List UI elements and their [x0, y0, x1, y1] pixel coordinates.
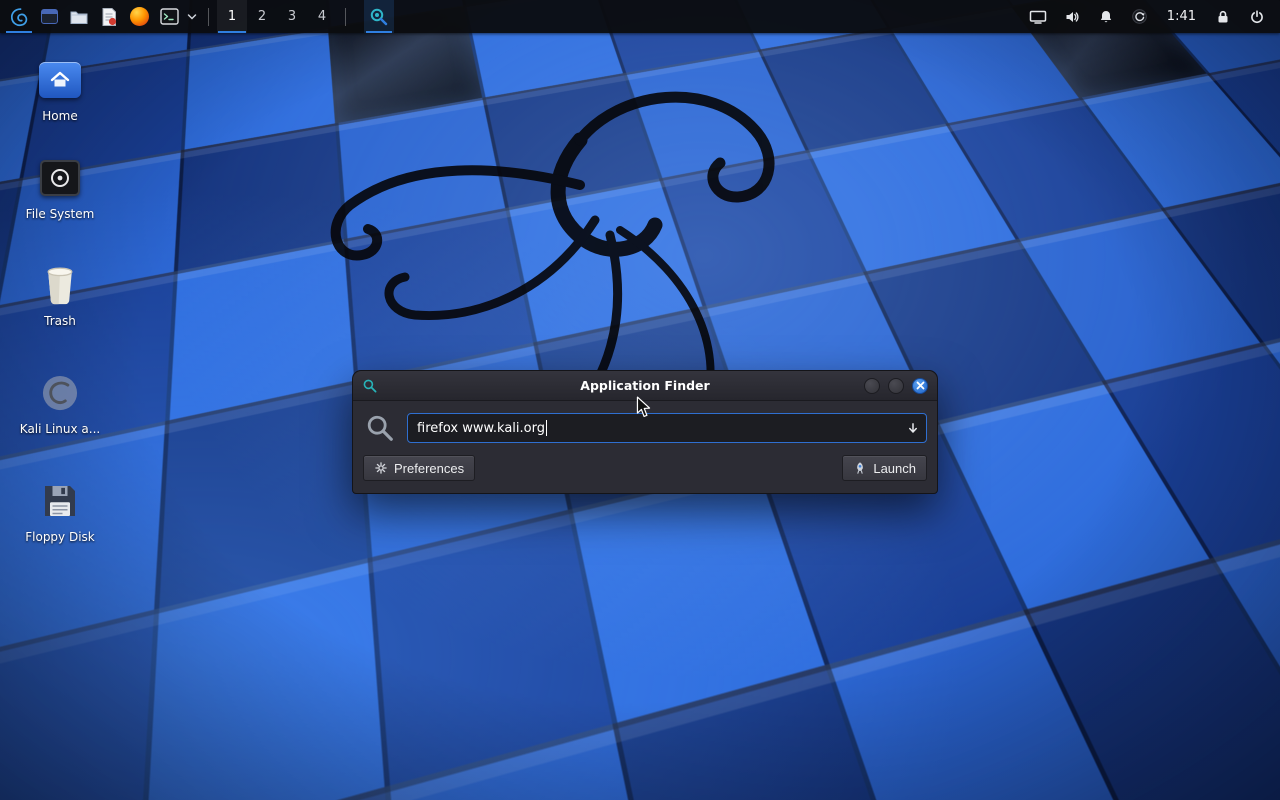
file-manager-launcher[interactable] — [64, 0, 94, 33]
chevron-down-icon — [187, 13, 197, 21]
workspace-4-label: 4 — [318, 9, 326, 24]
firefox-launcher[interactable] — [124, 0, 154, 33]
notifications-icon — [1098, 9, 1114, 25]
desktop-icon-floppy-disk[interactable]: Floppy Disk — [12, 479, 108, 544]
desktop-icon-file-system[interactable]: File System — [12, 156, 108, 221]
file-system-icon — [37, 156, 83, 200]
launch-label: Launch — [873, 461, 916, 476]
launch-icon — [853, 461, 867, 475]
panel-separator — [208, 8, 209, 26]
clock[interactable]: 1:41 — [1167, 9, 1196, 24]
app-finder-button[interactable] — [364, 0, 394, 33]
window-icon — [41, 9, 58, 24]
desktop-icon-trash[interactable]: Trash — [12, 263, 108, 328]
button-row: Preferences Launch — [353, 453, 937, 493]
history-dropdown-button[interactable] — [906, 421, 920, 435]
kali-menu-icon — [8, 6, 30, 28]
desktop-icon-label: Trash — [44, 314, 76, 328]
search-input[interactable]: firefox www.kali.org — [407, 413, 927, 443]
close-button[interactable] — [912, 378, 928, 394]
update-icon — [1131, 8, 1148, 25]
firefox-icon — [130, 7, 149, 26]
kali-menu-button[interactable] — [4, 0, 34, 33]
volume-icon — [1064, 9, 1080, 25]
trash-icon — [37, 263, 83, 307]
power-icon — [1249, 9, 1265, 25]
floppy-disk-icon — [37, 479, 83, 523]
text-editor-icon — [100, 7, 118, 27]
desktop-icon-label: Floppy Disk — [25, 530, 95, 544]
update-tray-button[interactable] — [1131, 8, 1149, 26]
panel-separator — [345, 8, 346, 26]
workspace-3[interactable]: 3 — [277, 0, 307, 33]
volume-tray-button[interactable] — [1063, 8, 1081, 26]
workspace-2-label: 2 — [258, 9, 266, 24]
desktop-icon-label: File System — [26, 207, 95, 221]
arrow-down-icon — [907, 422, 919, 435]
top-panel: 1 2 3 4 — [0, 0, 1280, 33]
window-manager-launcher[interactable] — [34, 0, 64, 33]
lock-screen-button[interactable] — [1214, 8, 1232, 26]
system-tray: 1:41 — [1029, 8, 1276, 26]
search-icon — [365, 413, 395, 443]
file-manager-icon — [69, 8, 89, 26]
terminal-dropdown-button[interactable] — [184, 0, 200, 33]
close-icon — [916, 381, 925, 390]
desktop-icon-label: Kali Linux a... — [20, 422, 100, 436]
search-input-value: firefox www.kali.org — [417, 421, 545, 436]
mouse-cursor — [634, 396, 653, 418]
logout-button[interactable] — [1248, 8, 1266, 26]
workspace-2[interactable]: 2 — [247, 0, 277, 33]
window-controls — [864, 378, 928, 394]
application-finder-window: Application Finder firefox www.kali.org — [352, 370, 938, 494]
desktop-icon-home[interactable]: Home — [12, 58, 108, 123]
workspace-1[interactable]: 1 — [217, 0, 247, 33]
desktop-icon-label: Home — [42, 109, 77, 123]
display-tray-button[interactable] — [1029, 8, 1047, 26]
app-finder-icon — [369, 7, 389, 27]
text-caret — [546, 420, 547, 436]
lock-icon — [1215, 9, 1231, 25]
launch-button[interactable]: Launch — [842, 455, 927, 481]
terminal-launcher[interactable] — [154, 0, 184, 33]
gear-icon — [374, 461, 388, 475]
preferences-label: Preferences — [394, 461, 464, 476]
home-icon — [37, 58, 83, 102]
terminal-icon — [160, 8, 179, 25]
workspace-4[interactable]: 4 — [307, 0, 337, 33]
window-title: Application Finder — [353, 378, 937, 393]
preferences-button[interactable]: Preferences — [363, 455, 475, 481]
minimize-button[interactable] — [864, 378, 880, 394]
display-icon — [1029, 9, 1047, 25]
workspace-1-label: 1 — [228, 9, 236, 24]
maximize-button[interactable] — [888, 378, 904, 394]
desktop-icon-kali-docs[interactable]: Kali Linux a... — [12, 371, 108, 436]
notifications-tray-button[interactable] — [1097, 8, 1115, 26]
workspace-3-label: 3 — [288, 9, 296, 24]
kali-docs-icon — [37, 371, 83, 415]
text-editor-launcher[interactable] — [94, 0, 124, 33]
